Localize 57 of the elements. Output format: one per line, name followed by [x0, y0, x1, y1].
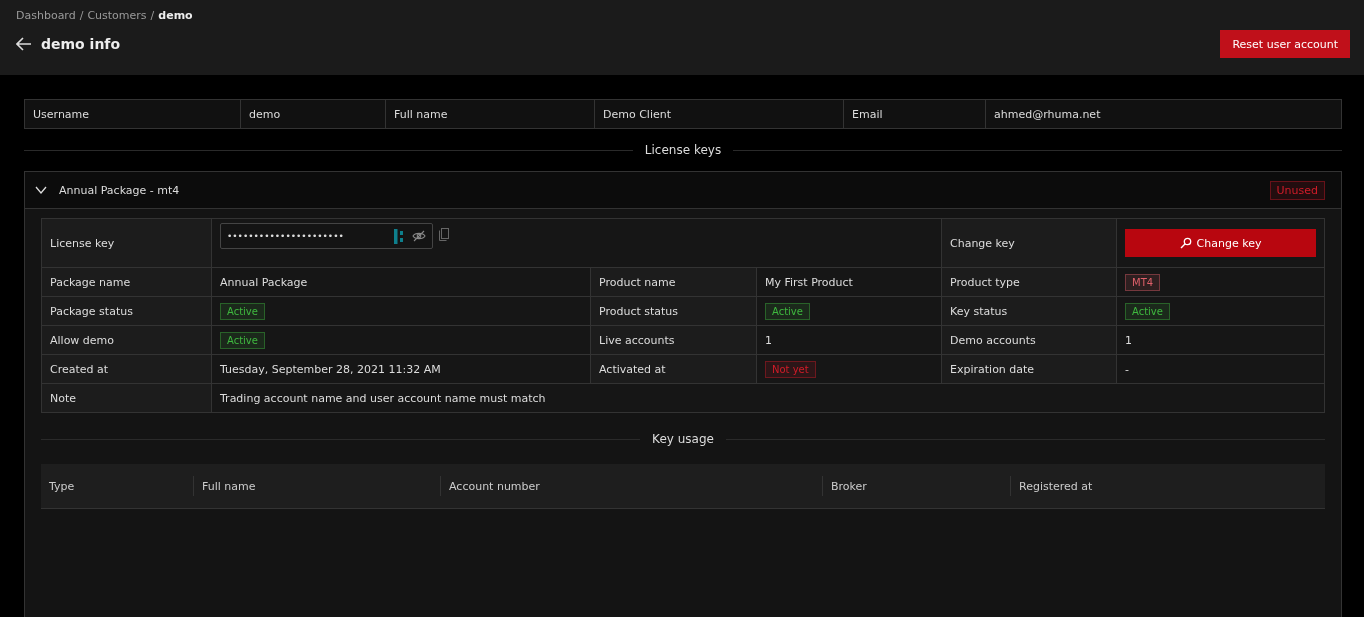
column-header: Type	[49, 479, 75, 493]
info-label: Username	[32, 106, 91, 123]
field-value: 1	[765, 333, 772, 347]
field-value: Trading account name and user account name must match	[220, 391, 546, 405]
field-value: -	[1125, 362, 1129, 376]
status-badge: Active	[765, 302, 810, 320]
license-key-field[interactable]: ••••••••••••••••••••••	[220, 223, 433, 249]
status-badge: Active	[220, 302, 265, 320]
field-label: Package name	[50, 275, 131, 289]
license-title: Annual Package - mt4	[59, 183, 181, 197]
breadcrumb-link[interactable]: Dashboard	[16, 9, 76, 22]
column-header: Account number	[449, 479, 540, 493]
status-badge: MT4	[1125, 273, 1161, 291]
back-arrow-icon[interactable]	[16, 37, 32, 51]
field-label: Allow demo	[50, 333, 115, 347]
field-value: Tuesday, September 28, 2021 11:32 AM	[220, 362, 441, 376]
field-label: Product status	[599, 304, 679, 318]
field-value: Annual Package	[220, 275, 308, 289]
breadcrumb-separator: /	[150, 9, 155, 22]
hidden-eye-icon[interactable]	[412, 230, 426, 242]
page-title: demo info	[41, 36, 122, 52]
field-label: Note	[50, 391, 77, 405]
bars-icon	[394, 229, 405, 244]
field-label: Change key	[950, 236, 1015, 250]
status-badge: Unused	[1269, 180, 1325, 200]
breadcrumb-link[interactable]: Customers	[87, 9, 147, 22]
info-value: demo	[240, 100, 385, 128]
status-badge: Active	[220, 331, 265, 349]
field-value: 1	[1125, 333, 1132, 347]
breadcrumb-separator: /	[79, 9, 84, 22]
field-label: Package status	[50, 304, 133, 318]
copy-icon[interactable]	[439, 228, 449, 241]
status-badge: Not yet	[765, 360, 816, 378]
field-label: Key status	[950, 304, 1008, 318]
reset-account-button[interactable]: Reset user account	[1220, 30, 1350, 58]
info-label: Email	[843, 100, 985, 128]
field-label: Product name	[599, 275, 676, 289]
info-value: ahmed@rhuma.net	[985, 100, 1341, 128]
column-header: Full name	[202, 479, 256, 493]
field-label: License key	[50, 236, 115, 250]
chevron-icon[interactable]	[35, 186, 47, 194]
field-label: Demo accounts	[950, 333, 1036, 347]
column-header: Registered at	[1019, 479, 1093, 493]
info-label: Full name	[385, 100, 594, 128]
change-key-button[interactable]: Change key	[1125, 229, 1316, 257]
status-badge: Active	[1125, 302, 1170, 320]
field-label: Expiration date	[950, 362, 1035, 376]
field-label: Activated at	[599, 362, 666, 376]
info-value: Demo Client	[594, 100, 843, 128]
field-label: Created at	[50, 362, 109, 376]
column-header: Broker	[831, 479, 867, 493]
section-heading: Key usage	[652, 432, 714, 446]
breadcrumb-current: demo	[158, 9, 193, 22]
field-label: Product type	[950, 275, 1020, 289]
section-heading: License keys	[644, 143, 722, 157]
field-label: Live accounts	[599, 333, 675, 347]
field-value: My First Product	[765, 275, 853, 289]
